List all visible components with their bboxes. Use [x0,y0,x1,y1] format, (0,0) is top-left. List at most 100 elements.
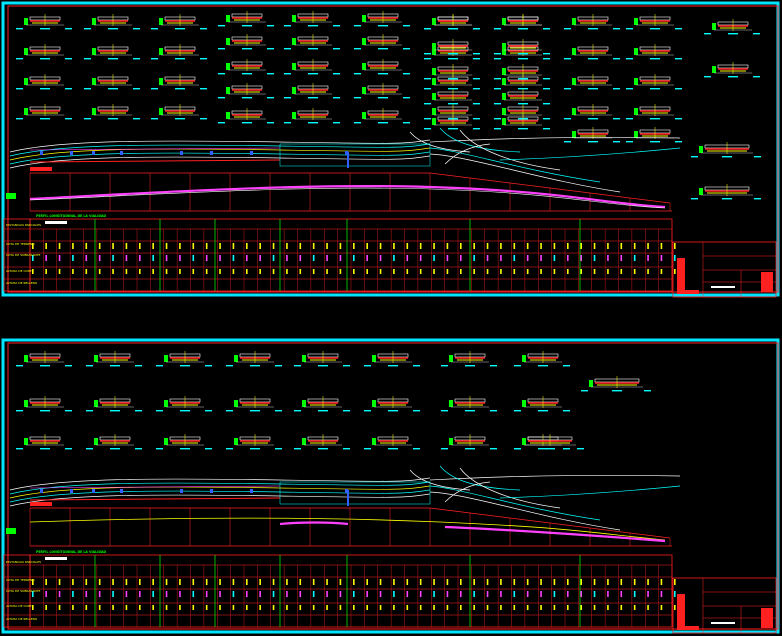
row-label-cota-subrasante: COTA DE SUBRASANTE [6,589,40,593]
section-label-mark [242,48,252,50]
table-value [580,605,582,610]
section-label-mark [691,156,698,158]
section-label-mark [403,73,410,75]
table-value [647,605,649,610]
table-value [125,255,128,261]
section-label-mark [413,448,420,450]
section-label-mark [388,448,398,450]
table-value [259,269,261,274]
section-label-mark [180,410,190,412]
table-value [312,243,315,249]
table-value [112,579,114,585]
table-value [139,605,141,610]
section-label-mark [151,58,158,60]
section-marker [634,78,638,85]
section-label-mark [650,28,660,30]
section-label-mark [465,365,475,367]
section-label-mark [448,28,458,30]
section-label-mark [588,28,598,30]
table-value [299,605,302,610]
table-value [620,591,623,597]
table-value [593,605,596,610]
plan-marker [180,151,183,155]
section-label-mark [354,97,361,99]
section-label-mark [40,118,50,120]
section-label-mark [151,118,158,120]
section-marker [164,438,168,445]
table-value [419,243,422,249]
table-value [540,591,542,597]
table-value [567,255,569,261]
section-label-mark [490,365,497,367]
section-marker [159,18,163,25]
section-marker [432,18,436,25]
section-label-mark [84,28,91,30]
table-value [179,255,181,261]
table-value [433,591,435,597]
table-value [674,605,676,610]
table-value [419,591,422,597]
section-marker [449,355,453,362]
section-label-mark [650,118,660,120]
row-label-distancias: DISTANCIAS PARCIALES [6,560,41,564]
section-label-mark [577,448,584,450]
row-label-altura-relleno: ALTURA DE RELLENO [6,617,38,621]
table-value [286,579,288,585]
section-marker [24,400,28,407]
table-value [406,591,409,597]
section-marker [634,18,638,25]
table-value [205,255,208,261]
table-value [593,579,596,585]
section-marker [522,355,526,362]
table-value [85,591,88,597]
table-value [674,243,676,249]
table-value [45,605,47,610]
table-value [433,243,435,249]
section-label-mark [333,48,340,50]
section-label-mark [448,78,458,80]
table-value [192,255,195,261]
section-label-mark [378,122,388,124]
section-label-mark [16,365,23,367]
section-label-mark [354,48,361,50]
section-marker [159,78,163,85]
table-value [580,591,582,597]
plan-marker [70,489,73,493]
table-value [647,243,649,249]
table-value [246,605,248,610]
section-marker [226,63,230,70]
section-label-mark [16,118,23,120]
section-label-mark [473,118,480,120]
plan-marker [40,489,43,493]
table-value [259,243,261,249]
logo-block [761,272,773,292]
section-label-mark [151,88,158,90]
table-value [393,591,395,597]
section-label-mark [343,448,350,450]
section-label-mark [110,448,120,450]
table-value [406,605,409,610]
section-marker [362,112,366,119]
section-label-mark [465,410,475,412]
section-label-mark [473,28,480,30]
table-value [526,243,529,249]
section-marker [24,108,28,115]
table-value [553,591,556,597]
table-value [406,255,409,261]
section-marker [302,400,306,407]
table-value [192,269,195,274]
section-label-mark [514,448,521,450]
table-value [540,269,542,274]
table-value [633,591,636,597]
table-value [540,255,542,261]
table-value [179,591,181,597]
profile-label-box [30,502,52,506]
section-marker [159,48,163,55]
table-value [125,591,128,597]
table-value [125,269,128,274]
table-value [473,269,475,274]
section-label-mark [514,365,521,367]
table-value [567,243,569,249]
table-value [72,269,74,274]
section-label-mark [543,78,550,80]
